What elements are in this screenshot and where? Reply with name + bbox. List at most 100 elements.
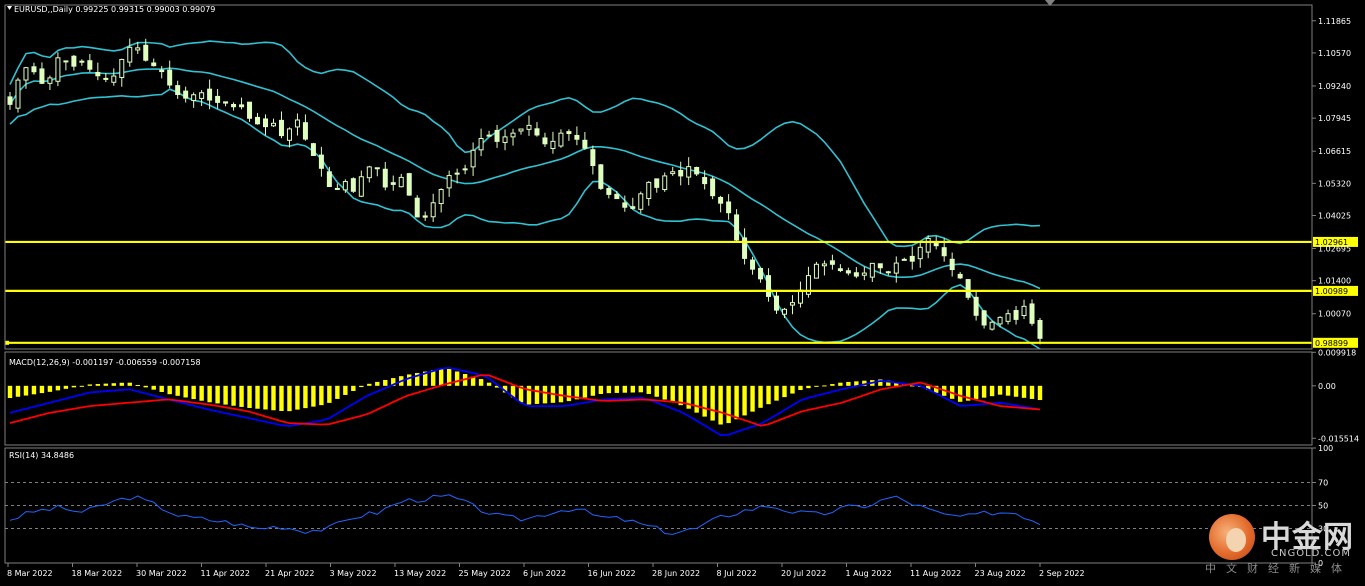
cngold-logo-icon: [1209, 514, 1255, 560]
candle-body: [622, 202, 628, 208]
candle: [95, 62, 101, 81]
candle-body: [686, 166, 692, 178]
candle-body: [223, 101, 229, 104]
macd-histogram-bar: [55, 385, 61, 391]
chart-canvas[interactable]: EURUSD,,Daily 0.99225 0.99315 0.99003 0.…: [0, 0, 1365, 582]
candle-body: [103, 77, 109, 80]
candle-body: [933, 242, 939, 247]
macd-histogram-bar: [199, 385, 204, 401]
macd-histogram-bar: [566, 385, 572, 402]
candle: [15, 77, 21, 113]
candle: [294, 113, 300, 136]
macd-histogram-bar: [438, 368, 444, 386]
candle-body: [638, 193, 644, 210]
candle: [710, 176, 716, 200]
bollinger-middle: [9, 67, 1041, 290]
candle-body: [294, 119, 300, 128]
macd-histogram-bar: [694, 385, 699, 413]
price-tick-label: 1.05320: [1318, 179, 1351, 188]
candle: [758, 267, 764, 283]
macd-histogram-bar: [662, 385, 667, 400]
candle: [965, 279, 971, 300]
candle-body: [135, 47, 141, 51]
macd-signal-line: [9, 374, 1041, 427]
candle: [510, 128, 516, 146]
macd-histogram-bar: [15, 385, 21, 397]
macd-histogram-bar: [590, 385, 596, 396]
candle: [638, 191, 644, 214]
macd-histogram-bar: [766, 385, 771, 405]
macd-histogram-bar: [1029, 385, 1035, 399]
price-tick-label: 1.02695: [1318, 245, 1351, 254]
candle-body: [997, 316, 1003, 325]
candle-body: [534, 128, 540, 136]
candle-body: [278, 119, 284, 137]
candle-body: [302, 122, 308, 140]
macd-histogram-bar: [151, 385, 156, 390]
macd-histogram-bar: [606, 385, 612, 394]
time-tick-label: 23 Aug 2022: [975, 569, 1026, 578]
bollinger-lower: [9, 88, 1041, 350]
candle-body: [47, 77, 53, 84]
candle-body: [71, 55, 77, 67]
candle: [925, 235, 931, 259]
candle: [127, 38, 133, 67]
macd-histogram-bar: [295, 385, 300, 410]
macd-histogram-bar: [742, 385, 747, 416]
candle: [478, 128, 484, 157]
macd-histogram-bar: [255, 385, 260, 409]
macd-histogram-bar: [39, 385, 45, 394]
candle: [310, 142, 316, 156]
candle: [670, 166, 676, 176]
candle-body: [398, 176, 404, 188]
candle-body: [646, 181, 652, 199]
macd-histogram-bar: [351, 385, 356, 392]
candle-body: [390, 182, 396, 185]
candle-body: [318, 154, 324, 169]
candle-body: [55, 57, 61, 82]
candle: [302, 114, 308, 141]
candle-body: [31, 66, 37, 73]
candle: [789, 295, 795, 315]
candle-body: [901, 258, 907, 261]
macd-histogram-bar: [774, 385, 779, 401]
candle: [255, 113, 261, 125]
candle: [199, 90, 205, 107]
pane-frame-0: [4, 4, 1313, 350]
price-tick-label: 1.04025: [1318, 211, 1351, 220]
candle-body: [79, 60, 85, 63]
candle-body: [239, 104, 245, 108]
candle: [590, 145, 596, 175]
candle-body: [598, 164, 604, 189]
candle-body: [925, 237, 931, 253]
candle: [239, 97, 245, 110]
macd-tick-label: 0.009918: [1318, 348, 1356, 357]
time-tick-label: 2 Sep 2022: [1039, 569, 1085, 578]
macd-histogram-bar: [159, 385, 164, 392]
level-label: 0.98899: [1315, 339, 1348, 348]
candle-body: [630, 206, 636, 209]
price-tick-label: 1.09240: [1318, 82, 1351, 91]
candle-body: [1021, 305, 1027, 317]
candle: [734, 209, 740, 242]
macd-histogram-bar: [758, 385, 763, 408]
candle-body: [949, 258, 955, 271]
candle: [949, 252, 955, 277]
time-tick-label: 25 May 2022: [459, 569, 511, 578]
macd-histogram-bar: [981, 385, 987, 398]
candle-body: [1037, 319, 1043, 339]
macd-histogram-bar: [486, 382, 492, 386]
candle-body: [837, 268, 843, 272]
candle-body: [39, 68, 45, 84]
candle-body: [502, 136, 508, 143]
candle: [853, 267, 859, 279]
candle-body: [255, 116, 261, 125]
candle: [286, 127, 292, 148]
macd-histogram-bar: [359, 385, 364, 388]
candle-body: [462, 168, 468, 171]
candle-body: [286, 128, 292, 141]
candle: [390, 175, 396, 191]
candle: [917, 241, 923, 268]
candle: [502, 129, 508, 151]
candle-body: [111, 75, 117, 83]
